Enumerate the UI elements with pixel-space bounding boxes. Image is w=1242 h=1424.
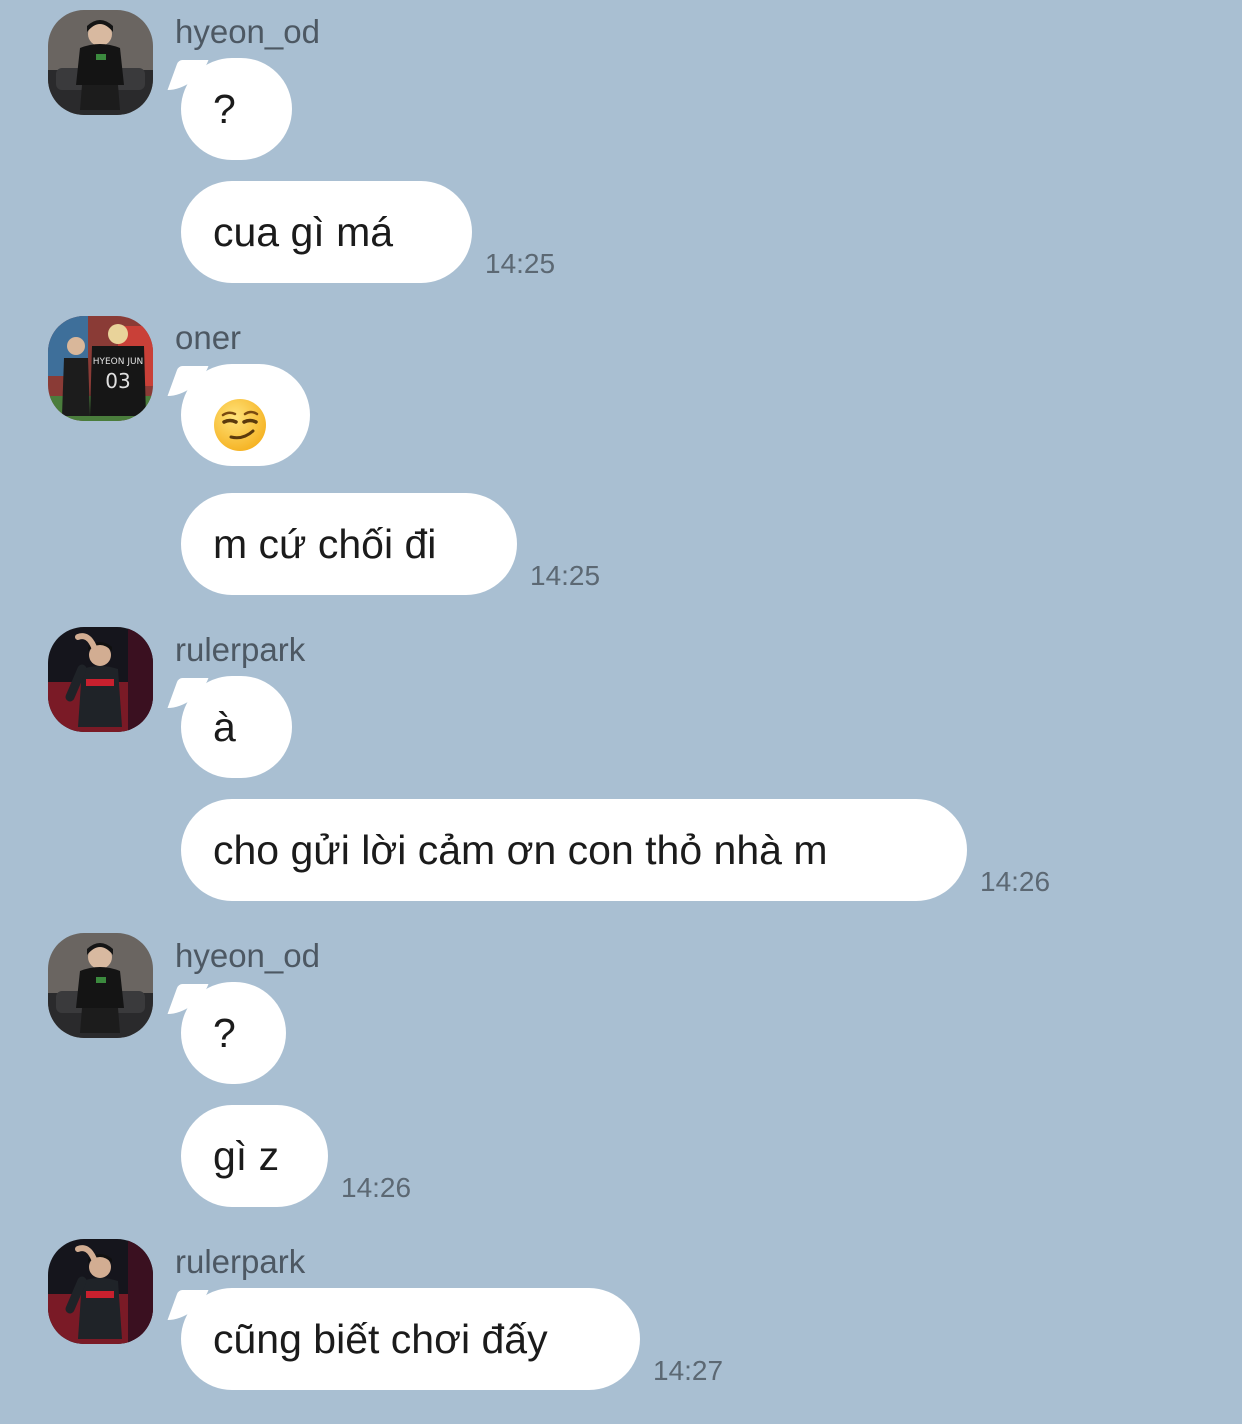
avatar-rulerpark[interactable] [48,627,153,732]
avatar-hyeon-od[interactable] [48,933,153,1038]
message-text: à [213,704,236,750]
avatar-rulerpark[interactable] [48,1239,153,1344]
sender-name: hyeon_od [175,13,320,50]
message-text: cua gì má [213,209,394,255]
message-bubble[interactable]: cho gửi lời cảm ơn con thỏ nhà m [181,799,967,901]
message-text: cũng biết chơi đấy [213,1316,548,1362]
message-bubble[interactable]: cua gì má [181,181,472,283]
sender-name: rulerpark [175,1243,306,1280]
message-time: 14:27 [653,1355,724,1386]
message-text: gì z [213,1133,280,1179]
message-bubble[interactable]: ? [181,982,286,1084]
smirking-face-emoji-icon [213,387,267,452]
message-time: 14:25 [530,560,601,591]
sender-name: oner [175,319,242,356]
sender-name: hyeon_od [175,937,320,974]
message-bubble[interactable]: gì z [181,1105,328,1207]
message-time: 14:25 [485,248,556,279]
message-time: 14:26 [980,866,1051,897]
message-bubble[interactable]: cũng biết chơi đấy [181,1288,640,1390]
message-bubble[interactable]: à [181,676,292,778]
svg-text:HYEON JUN: HYEON JUN [93,357,144,367]
message-text: cho gửi lời cảm ơn con thỏ nhà m [213,827,828,873]
message-time: 14:26 [341,1172,412,1203]
message-bubble[interactable] [181,364,310,466]
message-text: ? [213,86,236,132]
message-bubble[interactable]: ? [181,58,292,160]
message-text: m cứ chối đi [213,521,437,567]
avatar-hyeon-od[interactable] [48,10,153,115]
avatar-oner[interactable]: HYEON JUN 03 [48,316,153,421]
svg-text:03: 03 [105,369,130,393]
message-text: ? [213,1010,236,1056]
message-bubble[interactable]: m cứ chối đi [181,493,517,595]
sender-name: rulerpark [175,631,306,668]
